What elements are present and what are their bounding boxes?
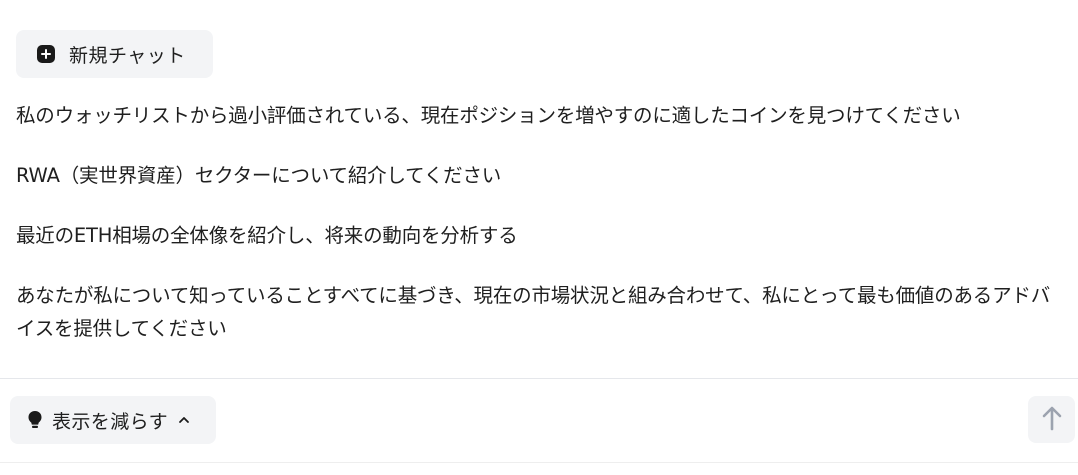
arrow-up-icon bbox=[1041, 405, 1063, 435]
new-chat-button[interactable]: 新規チャット bbox=[16, 30, 213, 78]
chat-suggestions-panel: 新規チャット 私のウォッチリストから過小評価されている、現在ポジションを増やすの… bbox=[0, 0, 1078, 475]
divider bbox=[0, 378, 1078, 379]
suggestion-list: 私のウォッチリストから過小評価されている、現在ポジションを増やすのに適したコイン… bbox=[16, 99, 1066, 345]
show-less-label: 表示を減らす bbox=[52, 410, 169, 433]
chevron-up-icon bbox=[178, 416, 190, 424]
suggestion-item-advice[interactable]: あなたが私について知っていることすべてに基づき、現在の市場状況と組み合わせて、私… bbox=[16, 279, 1066, 345]
plus-square-icon bbox=[37, 45, 55, 63]
send-button[interactable] bbox=[1028, 396, 1075, 443]
suggestion-item-eth[interactable]: 最近のETH相場の全体像を紹介し、将来の動向を分析する bbox=[16, 219, 1066, 252]
bottom-border bbox=[0, 462, 1078, 463]
show-less-button[interactable]: 表示を減らす bbox=[10, 396, 216, 444]
suggestion-item-watchlist[interactable]: 私のウォッチリストから過小評価されている、現在ポジションを増やすのに適したコイン… bbox=[16, 99, 1066, 132]
lightbulb-icon bbox=[26, 409, 44, 431]
suggestion-item-rwa[interactable]: RWA（実世界資産）セクターについて紹介してください bbox=[16, 159, 1066, 192]
new-chat-label: 新規チャット bbox=[69, 44, 186, 67]
